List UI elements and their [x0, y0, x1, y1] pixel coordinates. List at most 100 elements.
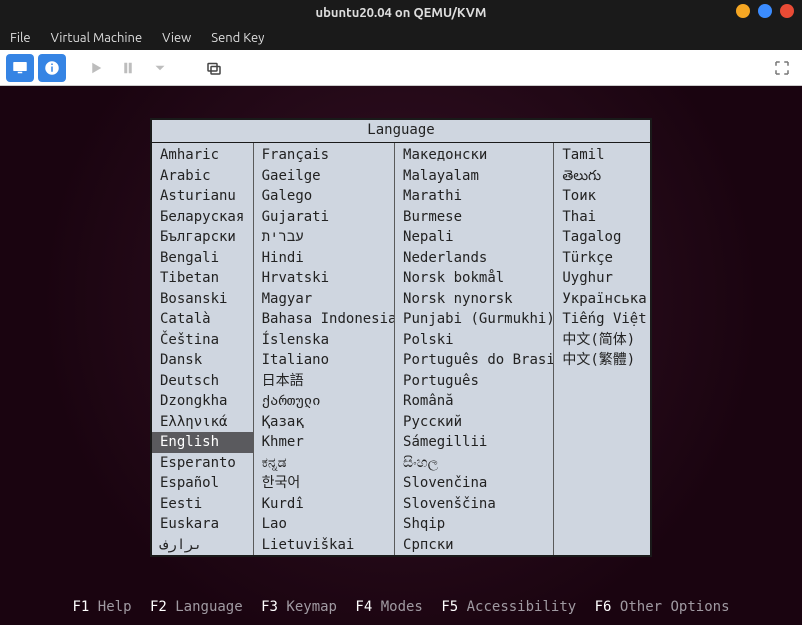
- language-option[interactable]: Shqip: [401, 514, 547, 535]
- language-option[interactable]: Amharic: [158, 145, 247, 166]
- details-button[interactable]: [38, 54, 66, 82]
- language-option[interactable]: Hrvatski: [260, 268, 388, 289]
- language-option[interactable]: తెలుగు: [560, 166, 644, 187]
- language-option[interactable]: Lietuviškai: [260, 535, 388, 556]
- language-option[interactable]: Тоик: [560, 186, 644, 207]
- language-option[interactable]: Türkçe: [560, 248, 644, 269]
- language-option[interactable]: Bahasa Indonesia: [260, 309, 388, 330]
- f3-key[interactable]: F3: [261, 599, 278, 615]
- language-option[interactable]: Català: [158, 309, 247, 330]
- language-option[interactable]: 日本語: [260, 371, 388, 392]
- language-option[interactable]: Slovenčina: [401, 473, 547, 494]
- window-close-button[interactable]: [780, 4, 794, 18]
- menu-send-key[interactable]: Send Key: [211, 31, 264, 45]
- language-option[interactable]: Português: [401, 371, 547, 392]
- language-option[interactable]: 中文(繁體): [560, 350, 644, 371]
- f5-key[interactable]: F5: [441, 599, 458, 615]
- language-option[interactable]: Uyghur: [560, 268, 644, 289]
- language-option[interactable]: Magyar: [260, 289, 388, 310]
- language-option[interactable]: ಕನ್ನಡ: [260, 453, 388, 474]
- language-option[interactable]: Tagalog: [560, 227, 644, 248]
- language-option[interactable]: Nederlands: [401, 248, 547, 269]
- language-option[interactable]: Galego: [260, 186, 388, 207]
- snapshots-button[interactable]: [200, 54, 228, 82]
- f1-key[interactable]: F1: [72, 599, 89, 615]
- language-option[interactable]: සිංහල: [401, 453, 547, 474]
- f2-key[interactable]: F2: [150, 599, 167, 615]
- language-option[interactable]: Asturianu: [158, 186, 247, 207]
- language-option[interactable]: ქართული: [260, 391, 388, 412]
- language-option[interactable]: Polski: [401, 330, 547, 351]
- console-button[interactable]: [6, 54, 34, 82]
- language-option[interactable]: Punjabi (Gurmukhi): [401, 309, 547, 330]
- language-option[interactable]: Română: [401, 391, 547, 412]
- language-option[interactable]: Čeština: [158, 330, 247, 351]
- language-option[interactable]: Kurdî: [260, 494, 388, 515]
- pause-button[interactable]: [114, 54, 142, 82]
- language-option[interactable]: Português do Brasil: [401, 350, 547, 371]
- play-icon: [87, 59, 105, 77]
- language-option[interactable]: Norsk nynorsk: [401, 289, 547, 310]
- language-option[interactable]: Arabic: [158, 166, 247, 187]
- language-option[interactable]: עברית: [260, 227, 388, 248]
- language-option[interactable]: Gaeilge: [260, 166, 388, 187]
- vm-display[interactable]: Language AmharicArabicAsturianuБеларуска…: [0, 86, 802, 625]
- language-option[interactable]: Bosanski: [158, 289, 247, 310]
- language-option[interactable]: Norsk bokmål: [401, 268, 547, 289]
- language-option[interactable]: 한국어: [260, 473, 388, 494]
- fullscreen-button[interactable]: [768, 54, 796, 82]
- language-option[interactable]: Български: [158, 227, 247, 248]
- menu-view[interactable]: View: [162, 31, 191, 45]
- f1-label: Help: [98, 599, 132, 615]
- language-option[interactable]: Malayalam: [401, 166, 547, 187]
- language-option[interactable]: Қазақ: [260, 412, 388, 433]
- language-option[interactable]: Italiano: [260, 350, 388, 371]
- language-option[interactable]: Español: [158, 473, 247, 494]
- language-option[interactable]: Беларуская: [158, 207, 247, 228]
- f6-key[interactable]: F6: [595, 599, 612, 615]
- language-option[interactable]: Lao: [260, 514, 388, 535]
- language-option[interactable]: Khmer: [260, 432, 388, 453]
- language-option[interactable]: Sámegillii: [401, 432, 547, 453]
- language-option[interactable]: Esperanto: [158, 453, 247, 474]
- window-maximize-button[interactable]: [758, 4, 772, 18]
- titlebar: ubuntu20.04 on QEMU/KVM: [0, 0, 802, 26]
- menubar: File Virtual Machine View Send Key: [0, 26, 802, 50]
- language-option[interactable]: Slovenščina: [401, 494, 547, 515]
- language-option[interactable]: Burmese: [401, 207, 547, 228]
- menu-virtual-machine[interactable]: Virtual Machine: [51, 31, 143, 45]
- language-dialog-title: Language: [152, 120, 650, 143]
- language-option[interactable]: Русский: [401, 412, 547, 433]
- language-option[interactable]: Српски: [401, 535, 547, 556]
- language-option[interactable]: Dansk: [158, 350, 247, 371]
- language-option[interactable]: Nepali: [401, 227, 547, 248]
- language-option[interactable]: 中文(简体): [560, 330, 644, 351]
- language-option[interactable]: Français: [260, 145, 388, 166]
- language-option[interactable]: Euskara: [158, 514, 247, 535]
- language-option[interactable]: Íslenska: [260, 330, 388, 351]
- language-column: МакедонскиMalayalamMarathiBurmeseNepaliN…: [395, 143, 554, 555]
- language-option[interactable]: Tamil: [560, 145, 644, 166]
- language-option[interactable]: Hindi: [260, 248, 388, 269]
- f4-key[interactable]: F4: [355, 599, 372, 615]
- language-option[interactable]: Ελληνικά: [158, 412, 247, 433]
- info-icon: [43, 59, 61, 77]
- run-button[interactable]: [82, 54, 110, 82]
- shutdown-menu-button[interactable]: [146, 54, 174, 82]
- language-option[interactable]: Bengali: [158, 248, 247, 269]
- language-option[interactable]: Eesti: [158, 494, 247, 515]
- language-grid: AmharicArabicAsturianuБеларускаяБългарск…: [152, 143, 650, 555]
- language-option[interactable]: ىرارف: [158, 535, 247, 556]
- language-option[interactable]: Gujarati: [260, 207, 388, 228]
- window-minimize-button[interactable]: [736, 4, 750, 18]
- menu-file[interactable]: File: [10, 31, 31, 45]
- language-option[interactable]: Македонски: [401, 145, 547, 166]
- language-option[interactable]: Thai: [560, 207, 644, 228]
- language-option[interactable]: Українська: [560, 289, 644, 310]
- language-option[interactable]: Dzongkha: [158, 391, 247, 412]
- language-option[interactable]: English: [152, 432, 253, 453]
- language-option[interactable]: Marathi: [401, 186, 547, 207]
- language-option[interactable]: Tiếng Việt: [560, 309, 644, 330]
- language-option[interactable]: Tibetan: [158, 268, 247, 289]
- language-option[interactable]: Deutsch: [158, 371, 247, 392]
